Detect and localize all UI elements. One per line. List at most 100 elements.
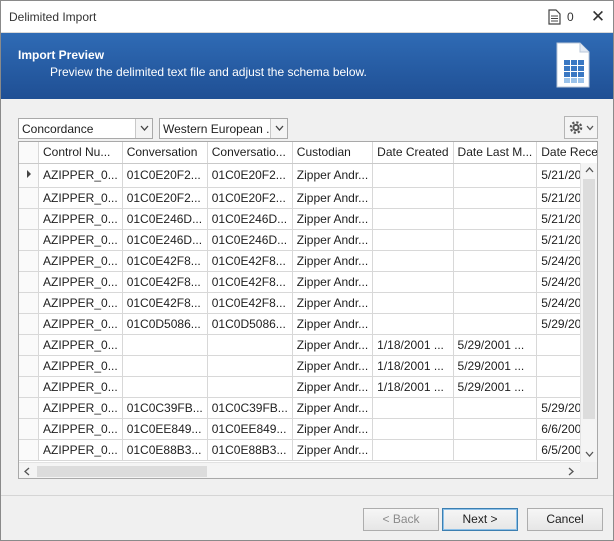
chevron-down-icon[interactable] (135, 119, 152, 138)
table-cell[interactable] (372, 439, 454, 461)
column-header[interactable]: Date Receiv... (536, 142, 597, 164)
vertical-scrollbar[interactable] (580, 163, 597, 463)
table-cell[interactable]: 01C0E42F8... (122, 271, 208, 293)
row-indicator[interactable] (19, 163, 39, 188)
table-cell[interactable]: 1/18/2001 ... (372, 376, 454, 398)
table-cell[interactable]: Zipper Andr... (292, 334, 374, 356)
table-cell[interactable]: 01C0EE849... (122, 418, 208, 440)
row-indicator[interactable] (19, 418, 39, 440)
table-cell[interactable]: AZIPPER_0... (38, 292, 123, 314)
table-cell[interactable] (372, 418, 454, 440)
table-cell[interactable]: AZIPPER_0... (38, 334, 123, 356)
table-cell[interactable]: AZIPPER_0... (38, 418, 123, 440)
table-cell[interactable] (372, 271, 454, 293)
table-cell[interactable]: AZIPPER_0... (38, 250, 123, 272)
table-cell[interactable]: AZIPPER_0... (38, 163, 123, 188)
column-header[interactable]: Date Last M... (453, 142, 538, 164)
table-cell[interactable] (372, 397, 454, 419)
row-indicator[interactable] (19, 334, 39, 356)
table-cell[interactable]: AZIPPER_0... (38, 355, 123, 377)
close-icon[interactable]: ✕ (587, 6, 609, 28)
table-cell[interactable] (453, 313, 538, 335)
column-header[interactable]: Conversation (122, 142, 208, 164)
table-cell[interactable]: 01C0C39FB... (122, 397, 208, 419)
table-row[interactable]: AZIPPER_0... Zipper Andr... 1/18/2001 ... 5… (19, 334, 597, 356)
table-row[interactable]: AZIPPER_0... 01C0E20F2... 01C0E20F2... Zipp… (19, 187, 597, 209)
table-cell[interactable]: Zipper Andr... (292, 418, 374, 440)
column-header[interactable]: Conversatio... (207, 142, 293, 164)
table-cell[interactable] (372, 208, 454, 230)
table-cell[interactable]: 01C0D5086... (207, 313, 293, 335)
table-cell[interactable]: 01C0E42F8... (207, 292, 293, 314)
chevron-left-icon[interactable] (24, 467, 30, 476)
table-cell[interactable] (207, 376, 293, 398)
table-cell[interactable]: AZIPPER_0... (38, 229, 123, 251)
table-row[interactable]: AZIPPER_0... Zipper Andr... 1/18/2001 ... 5… (19, 376, 597, 398)
table-cell[interactable]: 5/29/2001 ... (453, 376, 538, 398)
column-header[interactable]: Custodian (292, 142, 374, 164)
table-cell[interactable] (207, 355, 293, 377)
table-row[interactable]: AZIPPER_0... 01C0E246D... 01C0E246D... Zipp… (19, 229, 597, 251)
table-cell[interactable] (453, 271, 538, 293)
format-select[interactable]: Concordance (18, 118, 153, 139)
preview-grid[interactable]: Control Nu... Conversation Conversatio... C… (18, 141, 598, 479)
table-cell[interactable]: 01C0E20F2... (122, 187, 208, 209)
row-indicator[interactable] (19, 292, 39, 314)
table-cell[interactable]: 1/18/2001 ... (372, 355, 454, 377)
table-cell[interactable]: 5/29/2001 ... (453, 334, 538, 356)
vertical-scroll-thumb[interactable] (583, 179, 595, 419)
horizontal-scroll-thumb[interactable] (37, 466, 207, 477)
row-indicator[interactable] (19, 313, 39, 335)
table-cell[interactable]: 5/29/2001 ... (453, 355, 538, 377)
row-indicator[interactable] (19, 355, 39, 377)
table-cell[interactable]: 1/18/2001 ... (372, 334, 454, 356)
table-cell[interactable]: Zipper Andr... (292, 439, 374, 461)
table-cell[interactable]: AZIPPER_0... (38, 271, 123, 293)
table-row[interactable]: AZIPPER_0... 01C0E20F2... 01C0E20F2... Zipp… (19, 163, 597, 188)
table-cell[interactable]: AZIPPER_0... (38, 397, 123, 419)
row-indicator[interactable] (19, 250, 39, 272)
table-cell[interactable]: AZIPPER_0... (38, 208, 123, 230)
horizontal-scrollbar[interactable] (19, 462, 580, 478)
table-cell[interactable]: 01C0E246D... (122, 208, 208, 230)
chevron-down-icon[interactable] (270, 119, 287, 138)
row-indicator[interactable] (19, 439, 39, 461)
table-cell[interactable]: 01C0D5086... (122, 313, 208, 335)
table-cell[interactable]: AZIPPER_0... (38, 439, 123, 461)
row-indicator[interactable] (19, 397, 39, 419)
table-cell[interactable] (372, 163, 454, 188)
table-row[interactable]: AZIPPER_0... 01C0C39FB... 01C0C39FB... Zipp… (19, 397, 597, 419)
chevron-up-icon[interactable] (585, 167, 594, 173)
table-cell[interactable]: AZIPPER_0... (38, 313, 123, 335)
table-cell[interactable]: 01C0E88B3... (207, 439, 293, 461)
table-cell[interactable] (122, 355, 208, 377)
table-cell[interactable] (372, 187, 454, 209)
table-cell[interactable]: Zipper Andr... (292, 163, 374, 188)
back-button[interactable]: < Back (363, 508, 439, 531)
table-row[interactable]: AZIPPER_0... 01C0E246D... 01C0E246D... Zipp… (19, 208, 597, 230)
table-cell[interactable]: AZIPPER_0... (38, 187, 123, 209)
table-cell[interactable]: Zipper Andr... (292, 271, 374, 293)
table-cell[interactable] (453, 229, 538, 251)
table-cell[interactable]: AZIPPER_0... (38, 376, 123, 398)
row-indicator[interactable] (19, 208, 39, 230)
table-cell[interactable] (453, 187, 538, 209)
table-row[interactable]: AZIPPER_0... 01C0E42F8... 01C0E42F8... Zipp… (19, 292, 597, 314)
table-row[interactable]: AZIPPER_0... 01C0E88B3... 01C0E88B3... Zipp… (19, 439, 597, 461)
table-cell[interactable]: Zipper Andr... (292, 397, 374, 419)
row-indicator[interactable] (19, 376, 39, 398)
table-cell[interactable]: Zipper Andr... (292, 208, 374, 230)
table-cell[interactable] (453, 250, 538, 272)
table-cell[interactable]: 01C0E20F2... (207, 163, 293, 188)
encoding-select[interactable]: Western European ... (159, 118, 288, 139)
table-cell[interactable]: 01C0E42F8... (122, 292, 208, 314)
row-indicator[interactable] (19, 271, 39, 293)
table-cell[interactable] (372, 250, 454, 272)
column-header[interactable]: Control Nu... (38, 142, 123, 164)
table-cell[interactable] (122, 334, 208, 356)
chevron-down-icon[interactable] (585, 451, 594, 457)
table-row[interactable]: AZIPPER_0... 01C0EE849... 01C0EE849... Zipp… (19, 418, 597, 440)
row-indicator[interactable] (19, 229, 39, 251)
table-row[interactable]: AZIPPER_0... 01C0E42F8... 01C0E42F8... Zipp… (19, 271, 597, 293)
table-cell[interactable]: Zipper Andr... (292, 229, 374, 251)
